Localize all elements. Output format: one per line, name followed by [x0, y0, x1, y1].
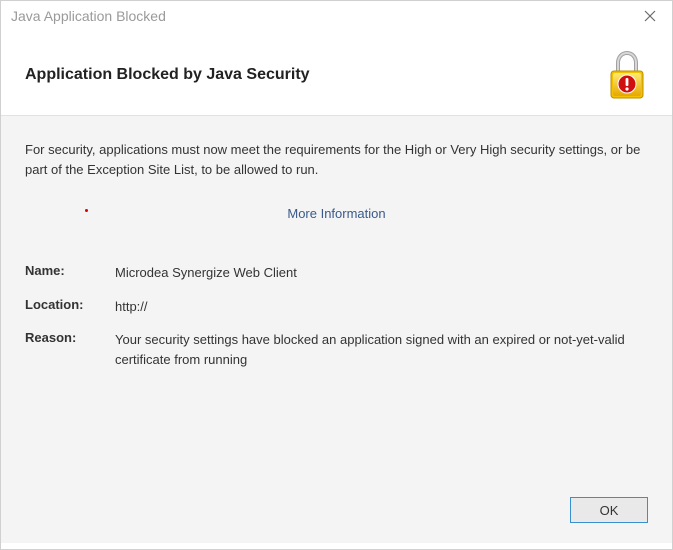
location-label: Location: — [25, 297, 115, 312]
window-title: Java Application Blocked — [11, 8, 166, 24]
location-value: http:// — [115, 297, 648, 317]
red-dot-icon — [85, 209, 88, 212]
more-info-row: More Information — [25, 205, 648, 223]
button-row: OK — [570, 497, 648, 523]
detail-row-name: Name: Microdea Synergize Web Client — [25, 263, 648, 283]
header-title: Application Blocked by Java Security — [25, 66, 310, 84]
close-button[interactable] — [636, 4, 664, 28]
java-blocked-dialog: Java Application Blocked Application Blo… — [0, 0, 673, 550]
name-value: Microdea Synergize Web Client — [115, 263, 648, 283]
titlebar: Java Application Blocked — [1, 1, 672, 31]
content-area: For security, applications must now meet… — [1, 115, 672, 543]
reason-value: Your security settings have blocked an a… — [115, 330, 648, 369]
name-label: Name: — [25, 263, 115, 278]
more-information-link[interactable]: More Information — [287, 206, 385, 221]
header-area: Application Blocked by Java Security — [1, 31, 672, 115]
lock-alert-icon — [606, 49, 648, 101]
reason-label: Reason: — [25, 330, 115, 345]
intro-text: For security, applications must now meet… — [25, 140, 648, 179]
ok-button[interactable]: OK — [570, 497, 648, 523]
close-icon — [644, 10, 656, 22]
detail-row-location: Location: http:// — [25, 297, 648, 317]
detail-row-reason: Reason: Your security settings have bloc… — [25, 330, 648, 369]
